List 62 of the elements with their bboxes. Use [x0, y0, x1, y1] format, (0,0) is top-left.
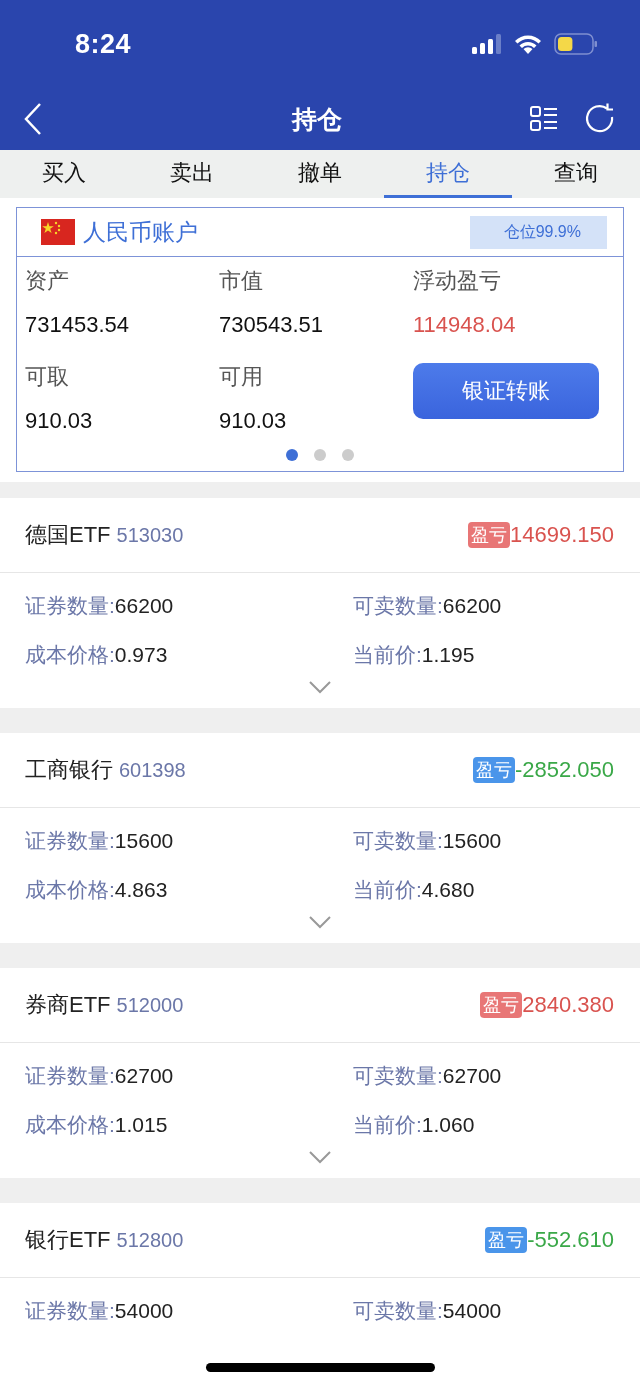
profit-loss-value: 14699.150	[510, 522, 614, 548]
chevron-down-icon[interactable]	[308, 1150, 332, 1164]
profit-loss-tag: 盈亏	[472, 757, 515, 783]
stock-code: 601398	[119, 759, 186, 781]
tab[interactable]: 买入	[0, 150, 128, 198]
stat-label: 可取	[25, 363, 70, 391]
account-name: 人民币账户	[83, 217, 198, 247]
transfer-button[interactable]: 银证转账	[413, 363, 599, 419]
stat-label: 资产	[25, 267, 70, 295]
china-flag-icon	[41, 219, 75, 245]
stock-name: 德国ETF	[25, 522, 111, 547]
holding-field: 当前价:1.195	[353, 640, 615, 670]
holding-field: 证券数量:15600	[25, 826, 353, 856]
stock-code: 512800	[116, 1229, 184, 1251]
holding-field: 当前价:1.060	[353, 1110, 615, 1140]
holding-field: 可卖数量:15600	[353, 826, 615, 856]
stat-label: 可用	[219, 363, 264, 391]
stat-label: 浮动盈亏	[413, 267, 502, 295]
stock-name: 银行ETF	[25, 1227, 111, 1252]
list-view-button[interactable]	[530, 105, 558, 133]
stock-code: 513030	[116, 524, 184, 546]
tab[interactable]: 查询	[512, 150, 640, 198]
stat-value: 730543.51	[219, 311, 324, 339]
profit-loss-tag: 盈亏	[480, 992, 523, 1018]
wifi-icon	[514, 34, 542, 54]
pager-dot[interactable]	[286, 449, 298, 461]
profit-loss-tag: 盈亏	[468, 522, 510, 548]
stat-value: 910.03	[25, 407, 94, 435]
profit-loss-value: -2852.050	[514, 757, 614, 783]
profit-loss-tag: 盈亏	[485, 1227, 528, 1253]
profit-loss-value: 2840.380	[522, 992, 614, 1018]
position-badge: 仓位99.9%	[469, 215, 607, 249]
holding-field: 当前价:4.680	[353, 875, 615, 905]
tab[interactable]: 卖出	[128, 150, 256, 198]
pager-dot[interactable]	[314, 449, 326, 461]
signal-icon	[472, 34, 502, 54]
page-title: 持仓	[292, 103, 342, 135]
profit-loss-value: -552.610	[527, 1227, 614, 1253]
status-time: 8:24	[75, 28, 132, 60]
stat-value: 114948.04	[413, 311, 517, 339]
chevron-down-icon[interactable]	[308, 680, 332, 694]
holding-field: 证券数量:66200	[25, 591, 353, 621]
stock-name: 券商ETF	[25, 992, 111, 1017]
holding-field: 证券数量:54000	[25, 1296, 353, 1326]
chevron-down-icon[interactable]	[308, 915, 332, 929]
stock-code: 512000	[116, 994, 184, 1016]
stat-value: 731453.54	[25, 311, 130, 339]
refresh-button[interactable]	[584, 103, 616, 135]
battery-icon	[554, 33, 598, 55]
tab[interactable]: 撤单	[256, 150, 384, 198]
stock-name: 工商银行	[25, 757, 113, 782]
holding-field: 可卖数量:54000	[353, 1296, 615, 1326]
holding-field: 成本价格:4.863	[25, 875, 353, 905]
back-button[interactable]	[22, 102, 44, 136]
pager-dot[interactable]	[342, 449, 354, 461]
holding-field: 可卖数量:62700	[353, 1061, 615, 1091]
holding-field: 可卖数量:66200	[353, 591, 615, 621]
stat-value: 910.03	[219, 407, 288, 435]
holding-field: 证券数量:62700	[25, 1061, 353, 1091]
stat-label: 市值	[219, 267, 264, 295]
holding-field: 成本价格:1.015	[25, 1110, 353, 1140]
holding-field: 成本价格:0.973	[25, 640, 353, 670]
